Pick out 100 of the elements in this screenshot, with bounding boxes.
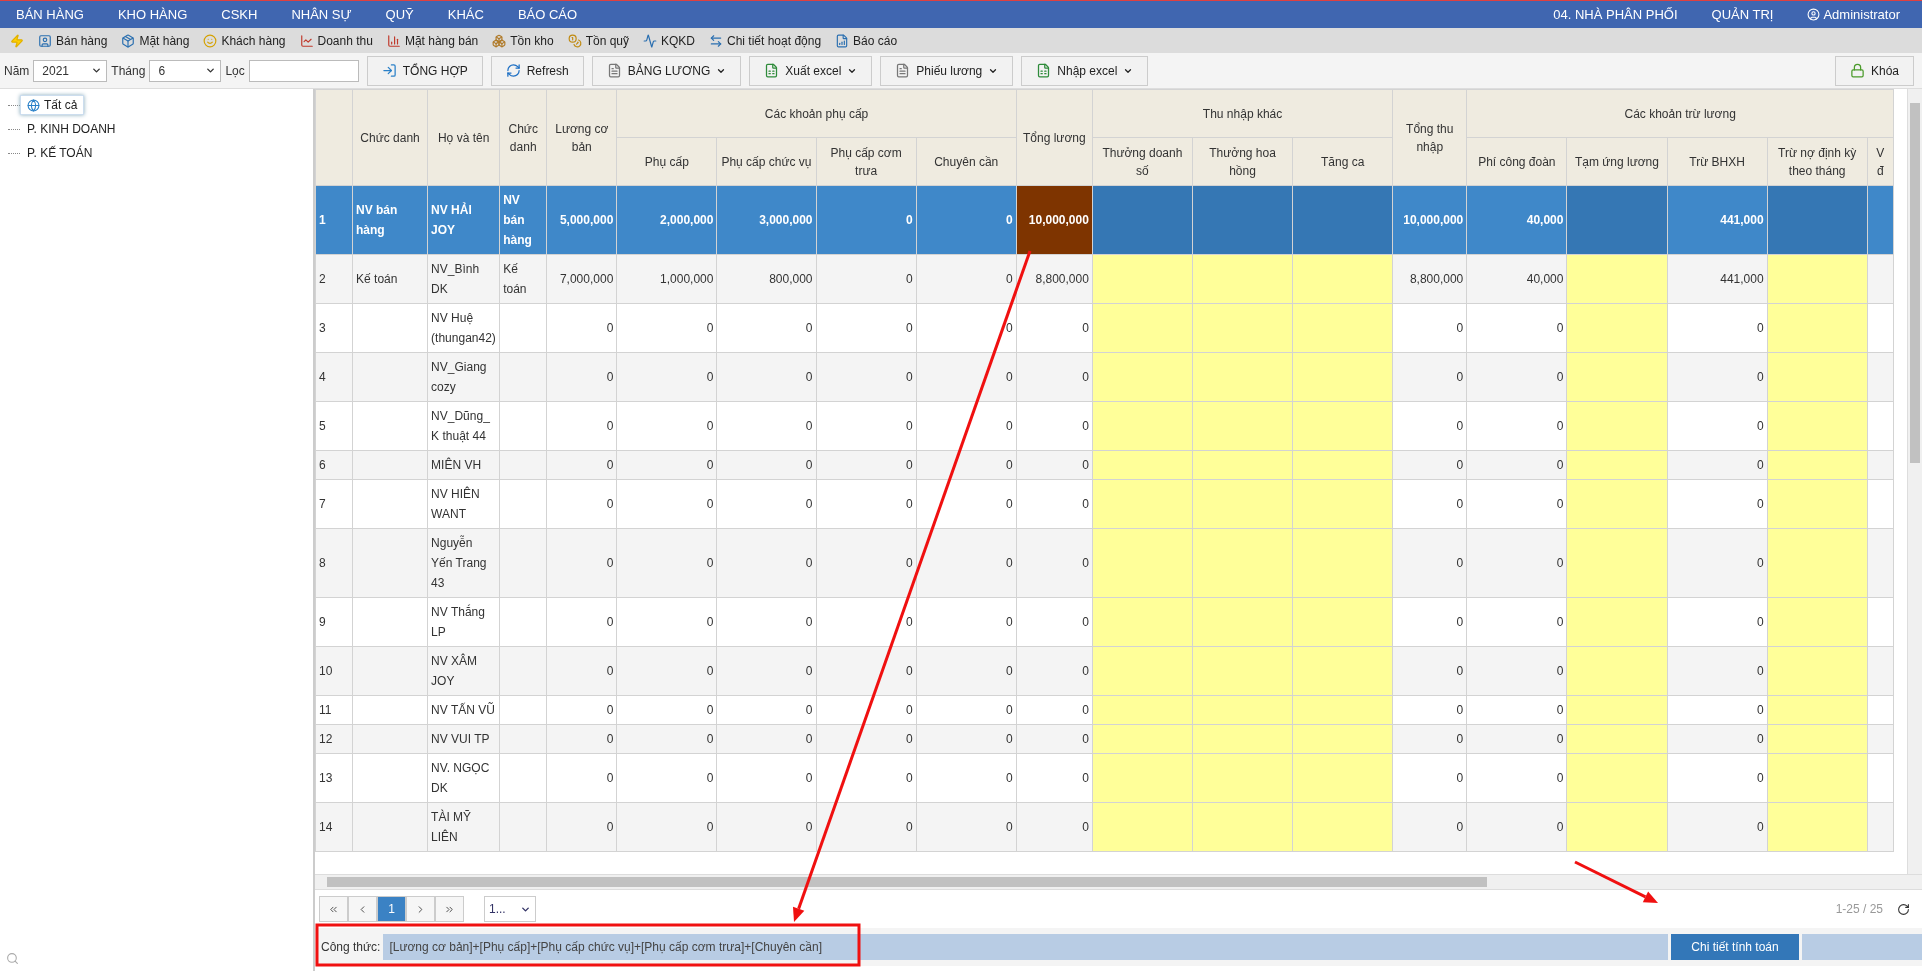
calculation-details-button[interactable]: Chi tiết tính toán: [1671, 934, 1799, 960]
table-cell: 0: [1667, 303, 1768, 353]
column-header[interactable]: Tăng ca: [1292, 137, 1393, 186]
toolbar-link[interactable]: Khách hàng: [221, 33, 286, 48]
menu-item[interactable]: QUẢN TRỊ: [1711, 7, 1774, 22]
column-header[interactable]: Thưởng doanh số: [1092, 137, 1193, 186]
table-cell: 0: [1667, 597, 1768, 647]
previous-page-button[interactable]: [348, 896, 377, 922]
table-cell: 0: [916, 597, 1017, 647]
lock-button[interactable]: Khóa: [1834, 55, 1914, 86]
menu-item[interactable]: CSKH: [221, 7, 258, 22]
vertical-scrollbar[interactable]: [1907, 89, 1922, 874]
page-button[interactable]: 1: [377, 896, 406, 922]
toolbar-button[interactable]: Phiếu lương: [880, 55, 1014, 86]
menu-item[interactable]: BÁO CÁO: [517, 7, 578, 22]
toolbar-link[interactable]: Mặt hàng: [139, 33, 190, 48]
column-header[interactable]: Chức danh: [352, 89, 428, 186]
column-group-header: Các khoản phụ cấp: [616, 89, 1017, 138]
search-icon[interactable]: [6, 952, 19, 965]
lightning-icon[interactable]: [10, 33, 24, 48]
column-header[interactable]: Chức danh: [499, 89, 547, 186]
column-header[interactable]: Phí công đoàn: [1466, 137, 1567, 186]
table-cell: 0: [816, 597, 917, 647]
tree-item[interactable]: Tất cả: [20, 95, 85, 115]
table-cell: 0: [1392, 479, 1467, 529]
toolbar-button[interactable]: TỔNG HỢP: [366, 55, 483, 86]
tree-item[interactable]: P. KẾ TOÁN: [20, 143, 100, 163]
menu-item[interactable]: KHO HÀNG: [117, 7, 188, 22]
table-cell: 0: [1392, 753, 1467, 803]
column-header[interactable]: Phụ cấp: [616, 137, 717, 186]
column-header[interactable]: Chuyên cần: [916, 137, 1017, 186]
filter-field[interactable]: [248, 59, 359, 82]
table-cell: 2,000,000: [616, 185, 717, 255]
column-header[interactable]: Trừ BHXH: [1667, 137, 1768, 186]
menu-item[interactable]: QUỸ: [385, 7, 414, 22]
table-cell: 0: [1667, 401, 1768, 451]
menu-item[interactable]: BÁN HÀNG: [16, 7, 84, 22]
table-cell: 14: [315, 802, 353, 852]
last-page-button[interactable]: [435, 896, 464, 922]
table-cell: 0: [1016, 724, 1093, 754]
table-cell: 0: [616, 802, 717, 852]
toolbar-button[interactable]: BẢNG LƯƠNG: [591, 55, 742, 86]
formula-field[interactable]: [Lương cơ bản]+[Phụ cấp]+[Phụ cấp chức vụ]+[Phụ cấp cơm trưa]+[Chuyên cần]: [383, 934, 1668, 960]
menu-item[interactable]: 04. NHÀ PHÂN PHỐI: [1553, 7, 1678, 22]
toolbar-button[interactable]: Refresh: [490, 55, 584, 86]
user-icon: [1807, 8, 1821, 21]
table-cell: 0: [616, 479, 717, 529]
user-menu[interactable]: Administrator: [1823, 7, 1900, 22]
column-group-header: Các khoản trừ lương: [1466, 89, 1894, 138]
column-header[interactable]: Thưởng hoa hồng: [1192, 137, 1293, 186]
toolbar-link[interactable]: Doanh thu: [317, 33, 373, 48]
table-cell: 0: [716, 646, 817, 696]
column-header[interactable]: Họ và tên: [427, 89, 500, 186]
table-cell: TÀI MỸ LIÊN: [427, 802, 500, 852]
table-cell: NV_Bình DK: [427, 254, 500, 304]
column-header[interactable]: Tổng thu nhập: [1392, 89, 1467, 186]
page-size-select[interactable]: 1...: [484, 896, 536, 922]
toolbar-link[interactable]: Tồn kho: [510, 33, 554, 48]
boxes-icon: [492, 33, 507, 48]
tree-item[interactable]: P. KINH DOANH: [20, 119, 123, 139]
field-label: Lọc: [225, 63, 245, 78]
table-cell: 7: [315, 479, 353, 529]
table-cell: 0: [816, 401, 917, 451]
table-cell: NV_Giang cozy: [427, 352, 500, 402]
reload-icon[interactable]: [1897, 902, 1910, 916]
column-header[interactable]: Trừ nợ định kỳ theo tháng: [1767, 137, 1868, 186]
table-cell: 0: [616, 528, 717, 598]
table-cell: 0: [1667, 724, 1768, 754]
toolbar-link[interactable]: Mặt hàng bán: [404, 33, 479, 48]
toolbar-link[interactable]: KQKD: [661, 33, 695, 48]
column-header[interactable]: Phụ cấp chức vụ: [716, 137, 817, 186]
month-select[interactable]: 6: [149, 59, 222, 82]
column-header[interactable]: Tạm ứng lương: [1566, 137, 1667, 186]
next-page-button[interactable]: [406, 896, 435, 922]
table-cell: 0: [816, 528, 917, 598]
column-header[interactable]: Phụ cấp cơm trưa: [816, 137, 917, 186]
toolbar-link[interactable]: Báo cáo: [853, 33, 898, 48]
toolbar-link[interactable]: Bán hàng: [56, 33, 108, 48]
toolbar-link[interactable]: Tồn quỹ: [585, 33, 629, 48]
column-header[interactable]: Tổng lương: [1016, 89, 1093, 186]
table-cell: 0: [546, 597, 617, 647]
menu-item[interactable]: NHÂN SỰ: [291, 7, 352, 22]
table-cell: 0: [546, 646, 617, 696]
table-cell: 5: [315, 401, 353, 451]
table-cell: 0: [546, 303, 617, 353]
caret-icon: [205, 65, 217, 76]
column-header[interactable]: Lương cơ bản: [546, 89, 617, 186]
table-cell: Kế toán: [499, 254, 547, 304]
toolbar-link[interactable]: Chi tiết hoạt động: [727, 33, 822, 48]
toolbar-button[interactable]: Nhập excel: [1021, 55, 1149, 86]
horizontal-scrollbar[interactable]: [315, 874, 1922, 889]
table-cell: 0: [546, 695, 617, 725]
menu-item[interactable]: KHÁC: [447, 7, 484, 22]
year-select[interactable]: 2021: [33, 59, 108, 82]
table-cell: 0: [716, 450, 817, 480]
table-cell: NV HIÊN WANT: [427, 479, 500, 529]
first-page-button[interactable]: [319, 896, 348, 922]
table-cell: 0: [1392, 401, 1467, 451]
table-cell: 0: [1667, 695, 1768, 725]
toolbar-button[interactable]: Xuất excel: [749, 55, 873, 86]
